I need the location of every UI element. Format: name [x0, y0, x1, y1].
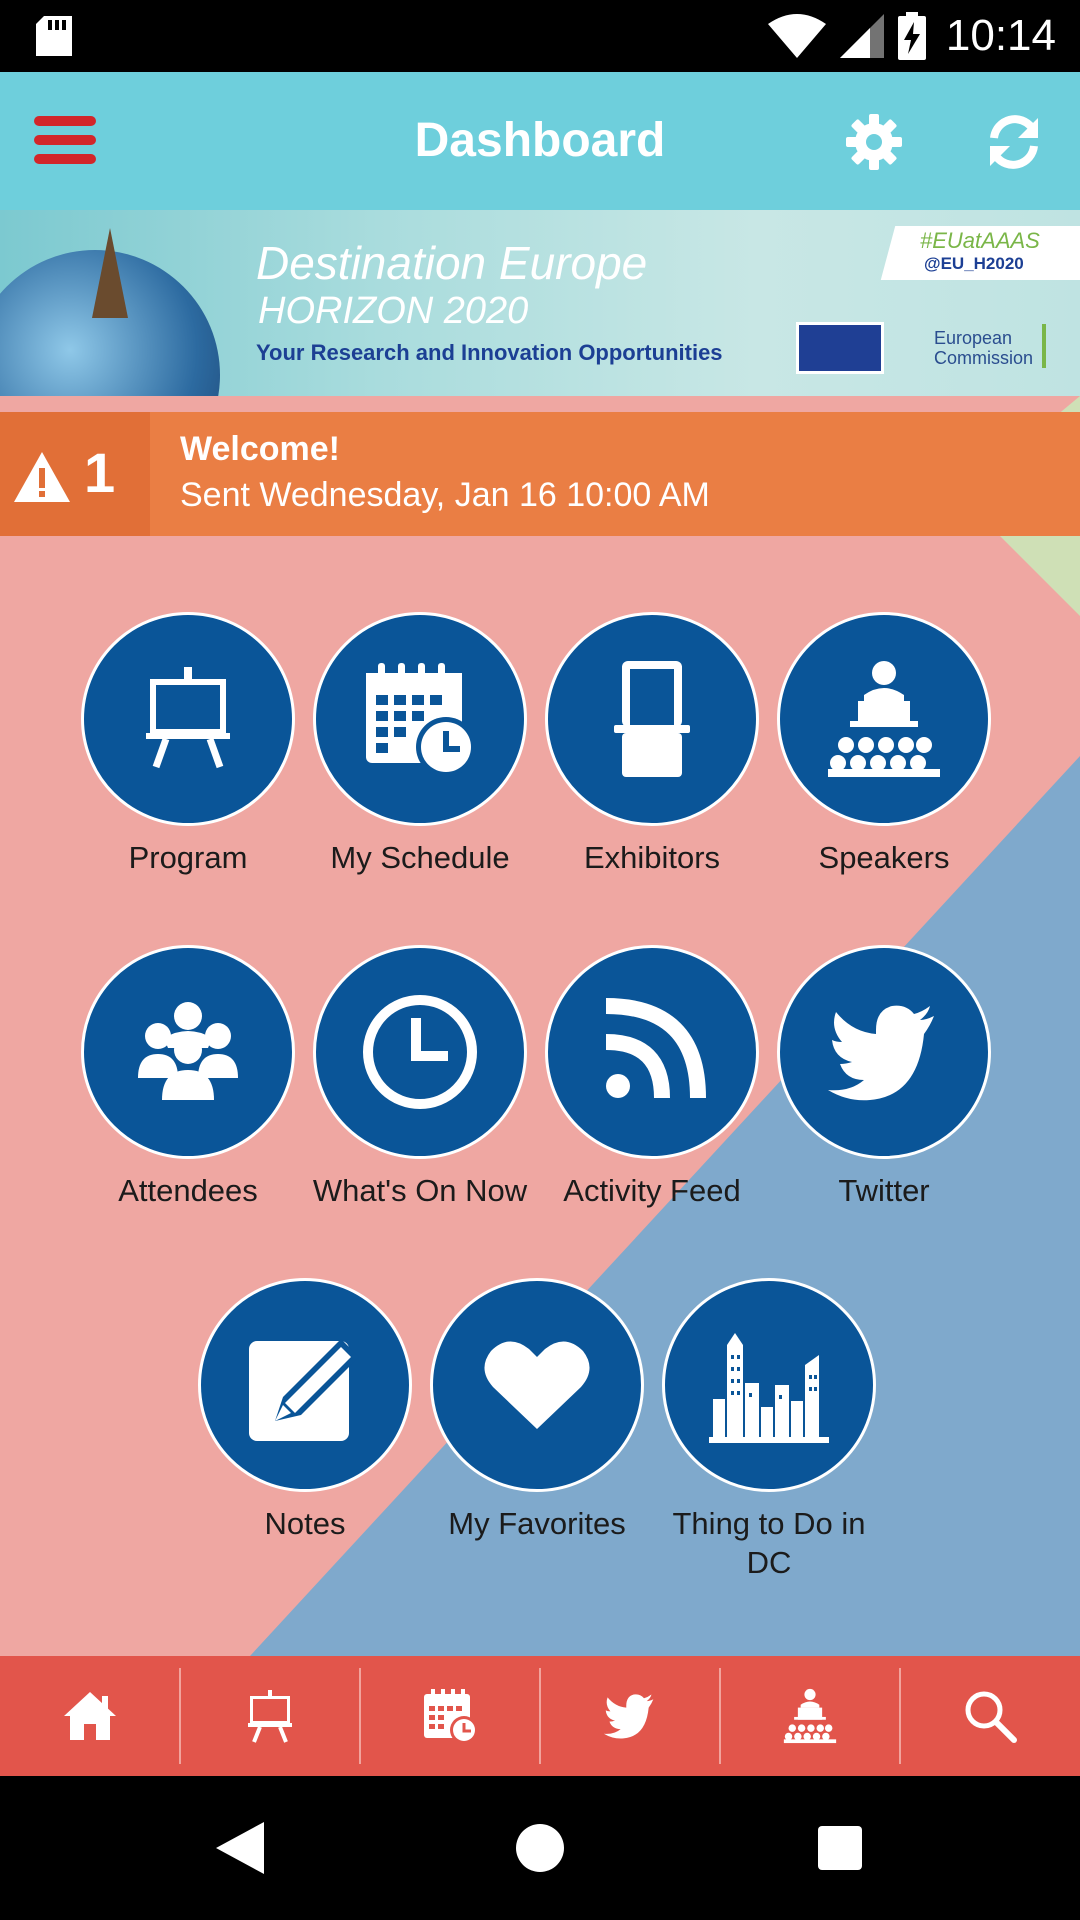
battery-charging-icon [897, 12, 926, 60]
city-skyline-icon [662, 1278, 876, 1492]
tile-label: Thing to Do in DC [672, 1506, 866, 1580]
alert-count: 1 [84, 441, 116, 504]
tile-exhibitors[interactable]: Exhibitors [542, 612, 762, 877]
banner-tagline: Your Research and Innovation Opportuniti… [256, 340, 723, 365]
status-bar: 10:14 [0, 0, 1080, 72]
tile-my-favorites[interactable]: My Favorites [427, 1278, 647, 1543]
recent-apps-button[interactable] [818, 1826, 862, 1870]
ec-logo-text: European Commission [934, 328, 1034, 368]
speaker-podium-icon [783, 1688, 837, 1744]
search-icon [965, 1691, 1017, 1743]
calendar-clock-icon [313, 612, 527, 826]
tile-label: Twitter [838, 1173, 930, 1208]
sd-card-icon [36, 16, 72, 56]
alert-notification[interactable]: 1 Welcome! Sent Wednesday, Jan 16 10:00 … [0, 412, 1080, 536]
presentation-board-icon [81, 612, 295, 826]
banner-subtitle: HORIZON 2020 [258, 290, 529, 332]
nav-search[interactable] [900, 1656, 1080, 1776]
nav-program[interactable] [180, 1656, 360, 1776]
tile-twitter[interactable]: Twitter [774, 945, 994, 1210]
tile-program[interactable]: Program [78, 612, 298, 877]
ec-divider [1042, 324, 1046, 368]
tile-notes[interactable]: Notes [195, 1278, 415, 1543]
page-title: Dashboard [414, 114, 666, 167]
tile-label: Speakers [818, 840, 950, 875]
twitter-bird-icon [777, 945, 991, 1159]
wifi-icon [767, 14, 826, 58]
home-button[interactable] [516, 1824, 564, 1872]
booth-icon [545, 612, 759, 826]
tile-whats-on-now[interactable]: What's On Now [310, 945, 530, 1210]
alert-title: Welcome! [180, 430, 340, 468]
speaker-podium-icon [777, 612, 991, 826]
nav-home[interactable] [0, 1656, 180, 1776]
eu-flag-icon [796, 322, 884, 374]
alert-count-box: 1 [0, 412, 150, 536]
alert-subtitle: Sent Wednesday, Jan 16 10:00 AM [180, 476, 710, 514]
tile-label: My Favorites [448, 1506, 626, 1541]
calendar-clock-icon [424, 1689, 478, 1744]
tile-activity-feed[interactable]: Activity Feed [542, 945, 762, 1210]
banner-title: Destination Europe [256, 237, 648, 289]
warning-icon [14, 452, 70, 502]
twitter-bird-icon [603, 1694, 654, 1739]
tile-label: My Schedule [330, 840, 510, 875]
tile-speakers[interactable]: Speakers [774, 612, 994, 877]
refresh-icon[interactable] [984, 112, 1044, 172]
back-icon[interactable] [216, 1822, 264, 1874]
tile-label: What's On Now [312, 1173, 528, 1208]
app-bar: Dashboard [0, 72, 1080, 210]
tile-label: Activity Feed [563, 1173, 741, 1208]
tile-label: Program [128, 840, 248, 875]
signal-icon [839, 14, 884, 58]
banner-handle: @EU_H2020 [924, 254, 1024, 273]
presentation-board-icon [248, 1690, 292, 1743]
people-group-icon [81, 945, 295, 1159]
tile-things-to-do[interactable]: Thing to Do in DC [659, 1278, 879, 1582]
tile-attendees[interactable]: Attendees [78, 945, 298, 1210]
landmarks-illustration [92, 228, 128, 318]
tile-label: Notes [264, 1506, 346, 1541]
tile-label: Exhibitors [583, 840, 721, 875]
nav-twitter[interactable] [540, 1656, 720, 1776]
notes-pencil-icon [198, 1278, 412, 1492]
banner-hashtag: #EUatAAAS [920, 228, 1040, 253]
heart-icon [430, 1278, 644, 1492]
nav-speakers[interactable] [720, 1656, 900, 1776]
bottom-navigation [0, 1656, 1080, 1776]
gear-icon[interactable] [846, 114, 902, 170]
tile-my-schedule[interactable]: My Schedule [310, 612, 530, 877]
rss-icon [545, 945, 759, 1159]
status-time: 10:14 [945, 11, 1056, 60]
nav-schedule[interactable] [360, 1656, 540, 1776]
home-icon [64, 1692, 116, 1740]
promo-banner[interactable]: Destination Europe HORIZON 2020 Your Res… [0, 210, 1080, 396]
clock-icon [313, 945, 527, 1159]
system-navigation-bar [0, 1776, 1080, 1920]
tile-label: Attendees [118, 1173, 258, 1208]
